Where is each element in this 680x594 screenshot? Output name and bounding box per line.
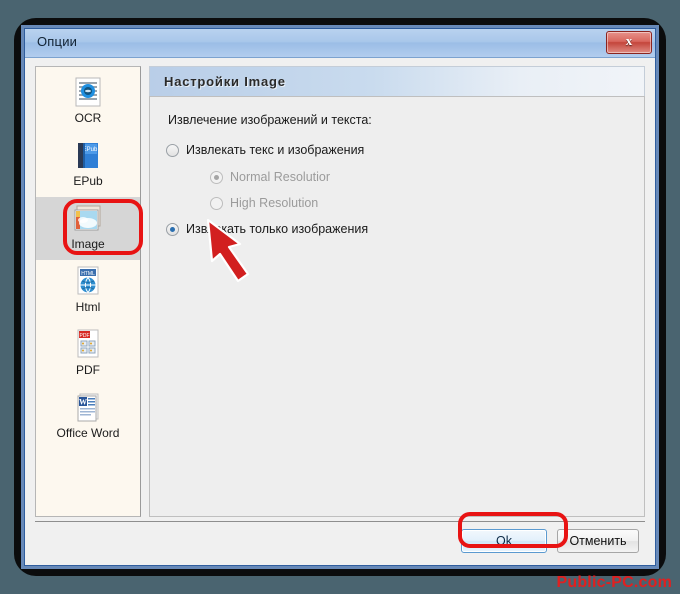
sidebar-item-epub[interactable]: EPub EPub xyxy=(36,134,140,197)
radio-extract-text-and-images[interactable]: Извлекать текс и изображения xyxy=(166,143,628,157)
radio-button-icon[interactable] xyxy=(166,143,179,157)
close-icon: x xyxy=(625,33,633,48)
sidebar-item-html[interactable]: HTML Html xyxy=(36,260,140,323)
radio-label: High Resolution xyxy=(230,196,319,210)
sidebar-item-ocr[interactable]: OCR xyxy=(36,71,140,134)
category-sidebar[interactable]: OCR EPub EPub Image HTML Html PDF PDF W … xyxy=(35,66,141,517)
radio-button-icon[interactable] xyxy=(166,222,179,236)
sidebar-item-label: EPub xyxy=(73,174,103,188)
pane-body: Извлечение изображений и текста: Извлека… xyxy=(149,96,645,517)
svg-text:HTML: HTML xyxy=(81,271,95,277)
html-globe-icon: HTML xyxy=(77,266,99,295)
options-dialog: Опции x OCR EPub EPub Image HTML Html PD… xyxy=(24,28,656,566)
window-title: Опции xyxy=(37,34,78,49)
ocr-icon xyxy=(75,77,101,107)
pane-title: Настройки Image xyxy=(164,74,286,89)
watermark: Public-PC.com xyxy=(556,574,672,591)
radio-label: Извлекать только изображения xyxy=(186,222,369,236)
sidebar-item-label: PDF xyxy=(76,363,100,377)
sidebar-item-label: OCR xyxy=(74,111,102,125)
sidebar-item-label: Image xyxy=(71,237,105,251)
svg-text:W: W xyxy=(79,398,87,407)
close-button[interactable]: x xyxy=(606,31,652,54)
sidebar-item-image[interactable]: Image xyxy=(36,197,140,260)
radio-label: Normal Resolutior xyxy=(230,170,331,184)
screenshot-root: Опции x OCR EPub EPub Image HTML Html PD… xyxy=(0,0,680,594)
sidebar-item-label: Office Word xyxy=(56,426,120,440)
radio-label: Извлекать текс и изображения xyxy=(186,143,365,157)
word-doc-icon: W xyxy=(77,393,99,422)
radio-extract-images-only[interactable]: Извлекать только изображения xyxy=(166,222,628,236)
pdf-file-icon: PDF xyxy=(77,329,99,358)
pane-header: Настройки Image xyxy=(149,66,645,96)
image-photo-icon xyxy=(74,205,101,231)
radio-button-icon[interactable] xyxy=(210,170,223,184)
radio-normal-resolution[interactable]: Normal Resolutior xyxy=(210,170,628,184)
svg-text:PDF: PDF xyxy=(80,333,90,339)
ok-button[interactable]: Ok xyxy=(461,529,547,553)
radio-high-resolution[interactable]: High Resolution xyxy=(210,196,628,210)
sidebar-item-pdf[interactable]: PDF PDF xyxy=(36,323,140,386)
cancel-button[interactable]: Отменить xyxy=(557,529,639,553)
dialog-footer: Ok Отменить xyxy=(35,517,645,565)
dialog-body: OCR EPub EPub Image HTML Html PDF PDF W … xyxy=(35,66,645,517)
epub-book-icon: EPub xyxy=(78,143,98,168)
title-bar: Опции x xyxy=(25,29,655,58)
group-label: Извлечение изображений и текста: xyxy=(168,113,372,127)
sidebar-item-office-word[interactable]: W Office Word xyxy=(36,386,140,449)
radio-button-icon[interactable] xyxy=(210,196,223,210)
settings-pane: Настройки Image Извлечение изображений и… xyxy=(149,66,645,517)
dialog-client-area: OCR EPub EPub Image HTML Html PDF PDF W … xyxy=(25,58,655,565)
sidebar-item-label: Html xyxy=(75,300,101,314)
